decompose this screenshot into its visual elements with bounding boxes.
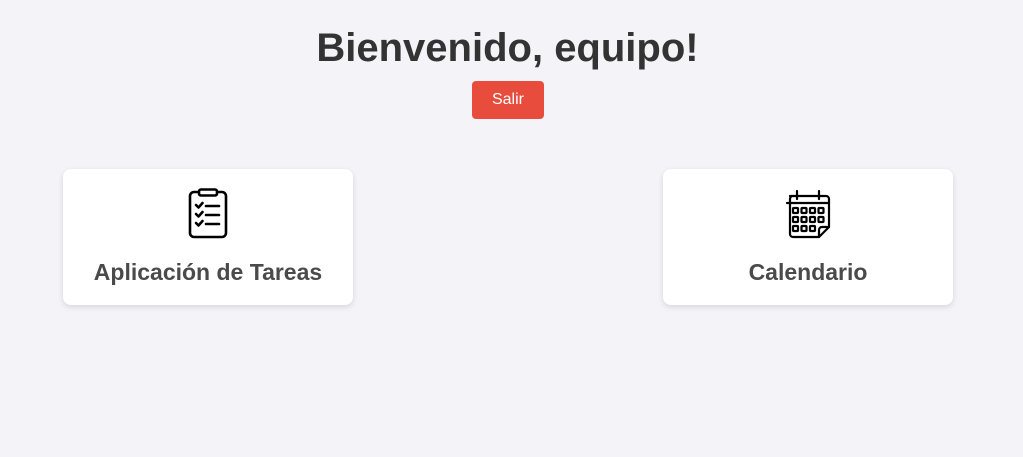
calendar-label: Calendario <box>748 259 868 285</box>
calendar-card[interactable]: Calendario <box>663 169 953 305</box>
clipboard-checklist-icon <box>183 188 233 240</box>
logout-button[interactable]: Salir <box>472 81 544 119</box>
dashboard-page: Bienvenido, equipo! Salir Aplicación de … <box>0 0 1023 457</box>
page-title: Bienvenido, equipo! <box>316 26 699 70</box>
tasks-app-card[interactable]: Aplicación de Tareas <box>63 169 353 305</box>
tasks-app-label: Aplicación de Tareas <box>93 259 323 285</box>
calendar-icon <box>783 188 833 240</box>
